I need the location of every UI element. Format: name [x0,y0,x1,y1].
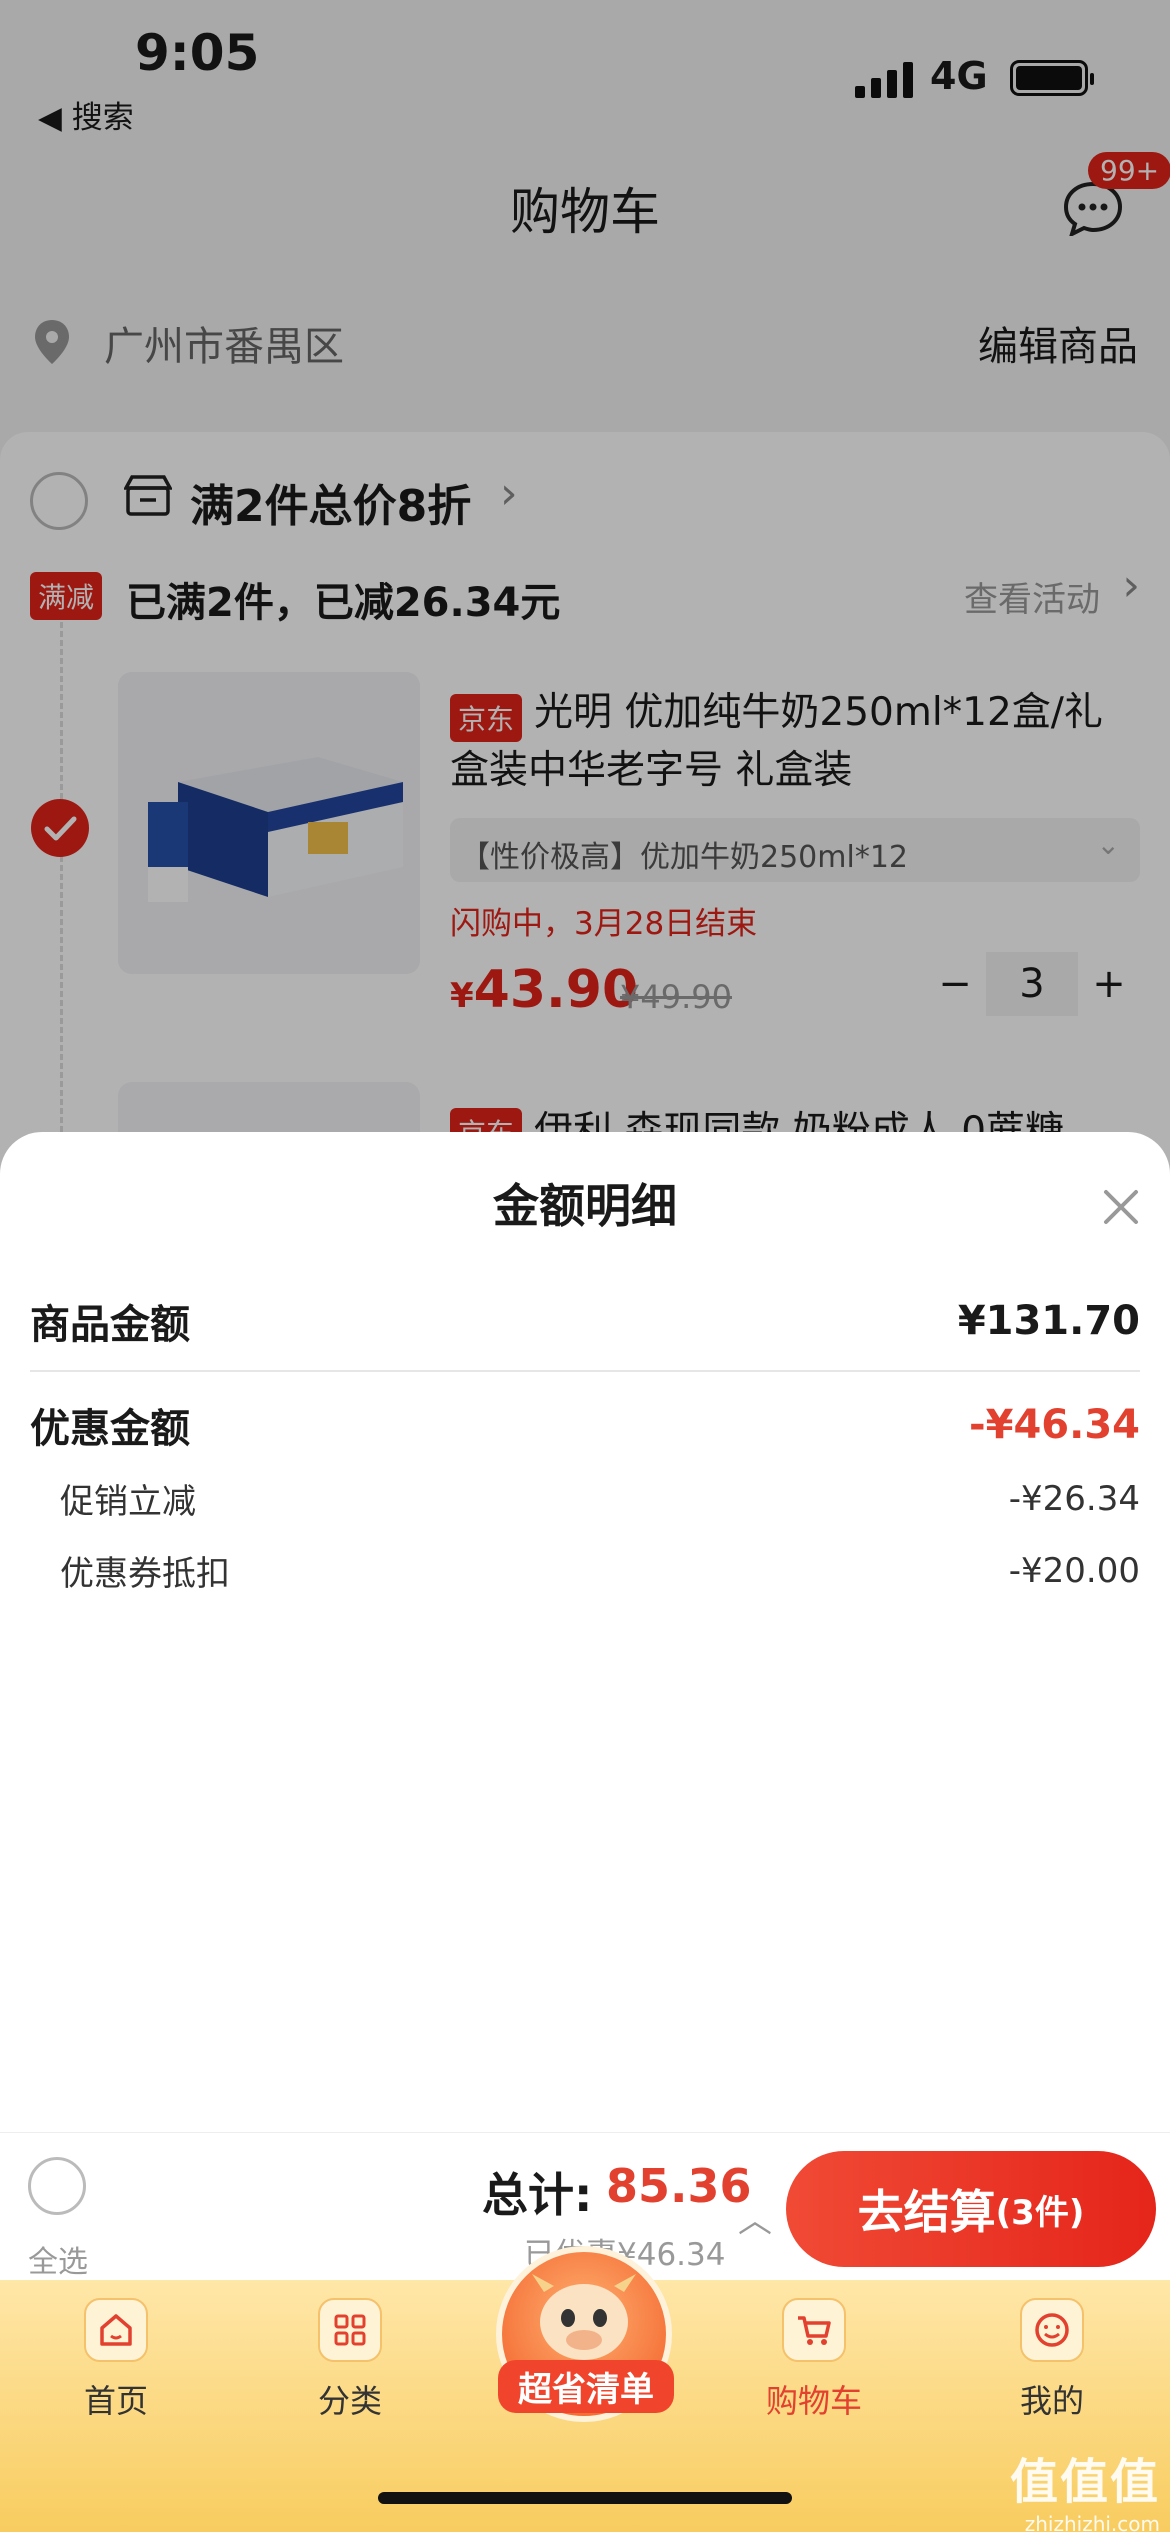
view-activity-link[interactable]: 查看活动 [964,572,1100,621]
tab-cart-label: 购物车 [765,2382,862,2420]
quantity-stepper: − 3 + [924,952,1140,1016]
tab-home[interactable]: 首页 [36,2298,196,2422]
total-value: 85.36 [606,2159,752,2213]
checkout-button[interactable]: 去结算 (3件) [786,2151,1156,2267]
watermark-logo: 值值值 [1009,2454,1160,2510]
goods-amount-label: 商品金额 [30,1302,190,1348]
watermark: 值值值 zhizhizhi.com [1010,2442,1160,2532]
select-all-radio[interactable] [28,2157,86,2215]
item-checked-icon[interactable] [30,798,90,858]
edit-items-button[interactable]: 编辑商品 [978,314,1138,372]
tab-cart[interactable]: 购物车 [734,2298,894,2422]
amount-detail-sheet: 金额明细 商品金额 ¥131.70 优惠金额 -¥46.34 促销立减 -¥26… [0,1132,1170,2132]
promo-reduction-value: -¥26.34 [1008,1478,1140,1519]
product-title-text: 光明 优加纯牛奶250ml*12盒/礼盒装中华老字号 礼盒装 [450,690,1103,793]
battery-icon [1010,60,1094,96]
goods-amount-value: ¥131.70 [957,1298,1140,1344]
home-icon [84,2298,148,2362]
discount-amount-value: -¥46.34 [969,1402,1140,1448]
signal-icon [855,58,913,98]
sheet-title: 金额明细 [493,1179,677,1233]
original-price: ¥49.90 [620,978,732,1016]
tab-bar: 首页 分类 超省清单 购物车 我的 值值值 zhizhizhi.com [0,2246,1170,2532]
goods-amount-row: 商品金额 ¥131.70 [30,1292,1140,1350]
discount-amount-label: 优惠金额 [30,1406,190,1452]
chevron-down-icon: ⌄ [1096,828,1120,861]
promo-tag: 满减 [30,572,103,620]
location-row: 广州市番禺区 编辑商品 [0,300,1170,380]
select-all-label[interactable]: 全选 [28,2237,88,2281]
cart-icon [782,2298,846,2362]
coupon-deduction-value: -¥20.00 [1008,1550,1140,1591]
tab-category[interactable]: 分类 [270,2298,430,2422]
promo-group-select-radio[interactable] [30,472,88,530]
product-image[interactable] [118,672,420,974]
tab-category-label: 分类 [317,2382,382,2420]
tab-mine[interactable]: 我的 [972,2298,1132,2422]
tab-home-label: 首页 [83,2382,148,2420]
tab-mine-label: 我的 [1019,2382,1084,2420]
location-pin-icon [35,320,69,364]
status-time: 9:05 [135,24,260,82]
smile-icon [1020,2298,1084,2362]
back-to-search-link[interactable]: ◀ 搜索 [38,92,134,137]
status-bar: 9:05 ◀ 搜索 4G [0,0,1170,140]
chevron-right-icon: › [500,468,518,519]
promo-title[interactable]: 满2件总价8折 [190,470,471,534]
increase-button[interactable]: + [1078,952,1140,1016]
checkout-count: (3件) [995,2192,1085,2233]
promo-reduction-label: 促销立减 [60,1482,196,1522]
promo-reduction-row: 促销立减 -¥26.34 [30,1474,1140,1523]
quantity-value[interactable]: 3 [986,952,1078,1016]
page-title: 购物车 [510,183,660,241]
discount-amount-row: 优惠金额 -¥46.34 [30,1396,1140,1454]
chevron-right-icon: › [1122,560,1140,611]
close-icon[interactable] [1100,1186,1142,1228]
store-icon [124,475,172,516]
category-icon [318,2298,382,2362]
total-label: 总计: [482,2168,593,2222]
network-type: 4G [930,54,988,98]
tab-super-saver-label[interactable]: 超省清单 [498,2360,674,2413]
product-title[interactable]: 光明 优加纯牛奶250ml*12盒/礼盒装中华老字号 礼盒装 [450,684,1140,800]
checkout-button-label: 去结算 [857,2185,996,2239]
chevron-up-icon[interactable]: ︿ [738,2193,772,2242]
watermark-url: zhizhizhi.com [1024,2512,1160,2532]
delivery-location[interactable]: 广州市番禺区 [104,314,344,372]
product-spec-text: 【性价极高】优加牛奶250ml*12 [460,840,908,875]
product-spec-selector[interactable]: 【性价极高】优加牛奶250ml*12 ⌄ [450,818,1140,882]
coupon-deduction-label: 优惠券抵扣 [60,1554,230,1594]
coupon-deduction-row: 优惠券抵扣 -¥20.00 [30,1546,1140,1595]
message-badge: 99+ [1088,152,1170,189]
promo-summary: 已满2件，已减26.34元 [126,580,561,626]
flash-sale-text: 闪购中，3月28日结束 [450,906,758,942]
home-indicator [378,2492,792,2504]
divider [30,1370,1140,1372]
decrease-button[interactable]: − [924,952,986,1016]
product-price: ¥43.90 [450,960,639,1020]
